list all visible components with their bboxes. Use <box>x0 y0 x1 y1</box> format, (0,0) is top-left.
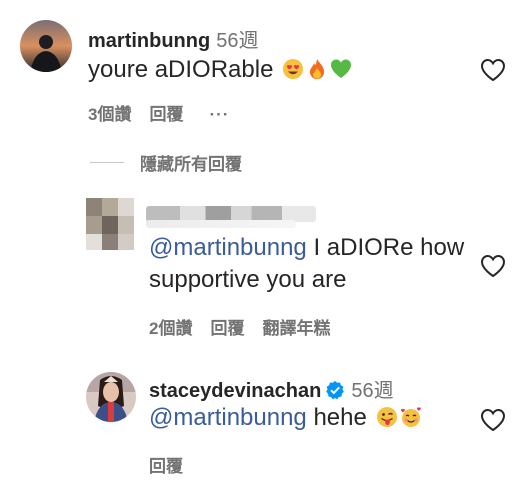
tongue-out-emoji <box>376 407 397 427</box>
likes-count[interactable]: 2個讚 <box>149 319 192 338</box>
timestamp[interactable]: 56週 <box>216 30 258 52</box>
reply-button[interactable]: 回覆 <box>149 105 183 124</box>
translate-button[interactable]: 翻譯年糕 <box>262 319 330 338</box>
comment-body: hehe <box>306 404 367 431</box>
more-options-button[interactable]: ··· <box>209 105 229 124</box>
reply-blurred-user: @martinbunng I aDIORe how supportive you… <box>0 190 520 340</box>
avatar[interactable] <box>86 372 136 422</box>
comment-body: youre aDIORable <box>88 56 274 83</box>
username[interactable]: martinbunng <box>88 30 210 52</box>
hide-replies-label[interactable]: 隱藏所有回覆 <box>140 150 242 175</box>
comment-header: martinbunng 56週 <box>88 24 258 53</box>
reply-staceydevinachan: staceydevinachan 56週 @martinbunng hehe 回… <box>0 360 520 482</box>
green-heart-emoji <box>331 59 352 78</box>
heart-eyes-emoji <box>283 59 304 79</box>
comment-text: @martinbunng I aDIORe how supportive you… <box>149 232 469 296</box>
like-heart-icon[interactable] <box>480 58 506 82</box>
blurred-username-shadow <box>146 220 296 228</box>
hide-all-replies[interactable]: 隱藏所有回覆 <box>90 150 242 175</box>
fire-emoji <box>310 59 325 79</box>
comment-martinbunng: martinbunng 56週 youre aDIORable 3個讚 回覆 ··· <box>0 0 520 130</box>
likes-count[interactable]: 3個讚 <box>88 105 131 124</box>
smiling-hearts-emoji <box>400 407 421 427</box>
username[interactable]: staceydevinachan <box>149 380 321 402</box>
comment-header: staceydevinachan 56週 <box>149 374 394 403</box>
timestamp[interactable]: 56週 <box>351 380 393 402</box>
like-heart-icon[interactable] <box>480 254 506 278</box>
comment-actions: 3個讚 回覆 ··· <box>88 100 247 125</box>
comment-actions: 2個讚 回覆 翻譯年糕 <box>149 314 348 339</box>
avatar-blurred[interactable] <box>86 198 134 250</box>
verified-badge-icon <box>326 381 345 400</box>
like-heart-icon[interactable] <box>480 408 506 432</box>
divider-line <box>90 162 124 163</box>
mention-link[interactable]: @martinbunng <box>149 404 307 431</box>
comment-text: youre aDIORable <box>88 54 352 86</box>
mention-link[interactable]: @martinbunng <box>149 234 307 261</box>
comment-actions: 回覆 <box>149 452 201 477</box>
avatar[interactable] <box>20 20 72 72</box>
reply-button[interactable]: 回覆 <box>210 319 244 338</box>
reply-button[interactable]: 回覆 <box>149 457 183 476</box>
comment-text: @martinbunng hehe <box>149 402 422 434</box>
